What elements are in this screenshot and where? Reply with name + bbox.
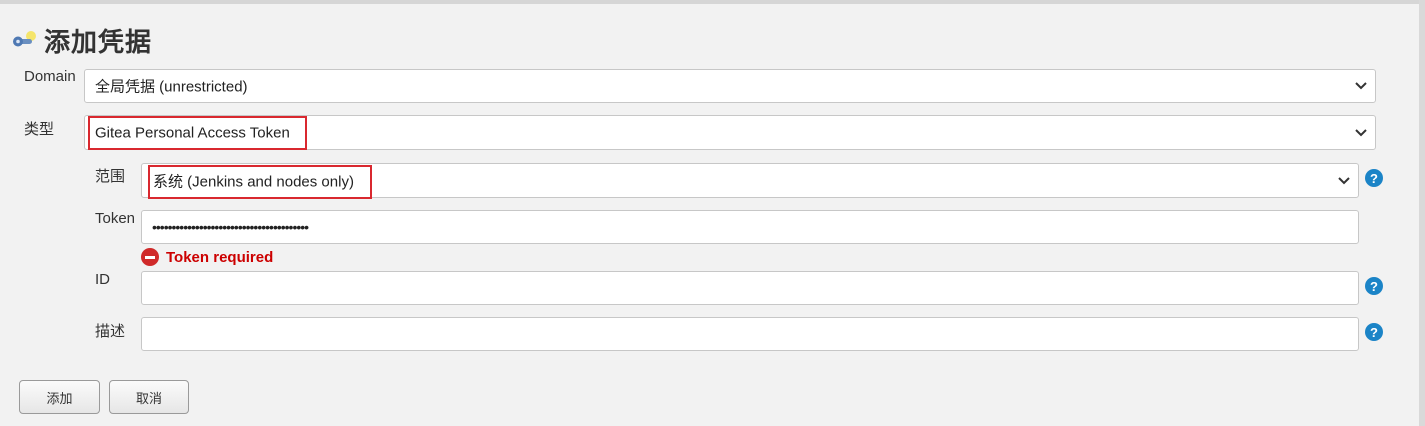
description-input[interactable] [141,317,1359,351]
domain-label: Domain [24,68,76,85]
scope-highlight-box [148,165,372,199]
domain-select[interactable]: 全局凭据 (unrestricted) [84,69,1376,103]
scope-label: 范围 [95,168,126,185]
id-help-icon[interactable]: ? [1365,277,1383,295]
chevron-down-icon [1338,176,1350,184]
page-header: 添加凭据 [12,24,153,58]
description-label: 描述 [95,323,126,340]
token-error: Token required [141,248,273,266]
cancel-button[interactable]: 取消 [109,380,189,414]
right-scroll-edge [1419,0,1425,426]
description-help-icon[interactable]: ? [1365,323,1383,341]
domain-select-value: 全局凭据 (unrestricted) [95,78,248,96]
page-title: 添加凭据 [44,27,153,58]
top-border [0,0,1425,4]
chevron-down-icon [1355,82,1367,90]
chevron-down-icon [1355,128,1367,136]
error-icon [141,248,159,266]
add-button[interactable]: 添加 [19,380,100,414]
token-label: Token [95,210,136,227]
token-input[interactable]: •••••••••••••••••••••••••••••••••••••••• [141,210,1359,244]
id-input[interactable] [141,271,1359,305]
id-label: ID [95,271,110,288]
kind-label: 类型 [24,121,55,138]
key-icon [13,31,36,47]
token-error-text: Token required [166,248,274,266]
kind-highlight-box [88,116,307,150]
token-masked-value: •••••••••••••••••••••••••••••••••••••••• [152,219,309,235]
scope-help-icon[interactable]: ? [1365,169,1383,187]
